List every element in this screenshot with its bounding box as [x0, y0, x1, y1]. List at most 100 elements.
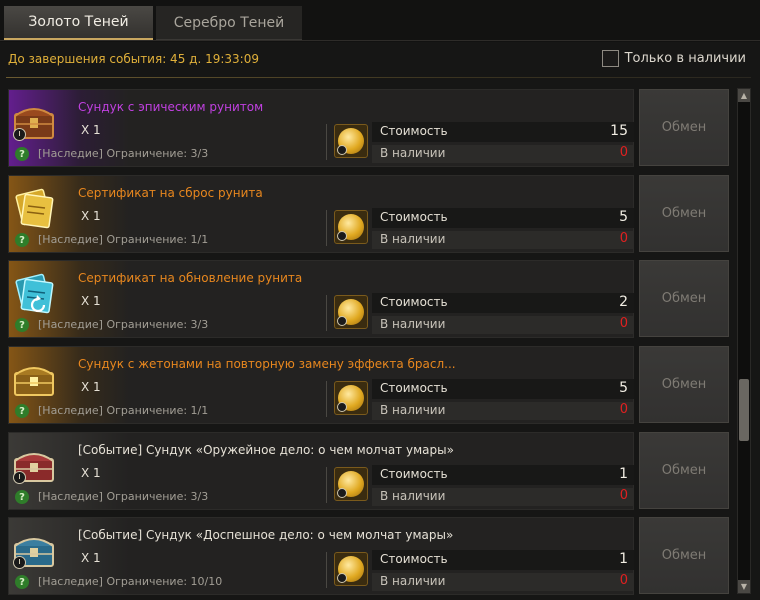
item-name[interactable]: Сертификат на обновление рунита — [78, 271, 302, 285]
scroll-down-icon[interactable]: ▼ — [738, 580, 750, 593]
tab-shadow-silver[interactable]: Серебро Теней — [156, 6, 302, 40]
scroll-thumb[interactable] — [739, 379, 749, 441]
item-limit: [Наследие] Ограничение: 3/3 — [38, 490, 209, 503]
cost-value: 1 — [619, 551, 628, 567]
cost-label: Стоимость — [380, 467, 448, 481]
available-label: В наличии — [380, 317, 446, 331]
cost-label: Стоимость — [380, 210, 448, 224]
only-available-checkbox[interactable] — [601, 50, 619, 67]
available-label: В наличии — [380, 574, 446, 588]
item-quantity: X 1 — [81, 123, 101, 137]
scroll-up-icon[interactable]: ▲ — [738, 89, 750, 102]
available-value: 0 — [619, 231, 628, 246]
item-quantity: X 1 — [81, 551, 101, 565]
item-name[interactable]: Сундук с эпическим рунитом — [78, 100, 263, 114]
list-item: Сундук с эпическим рунитом X 1 ? [Наслед… — [8, 89, 736, 167]
certificate-icon — [11, 269, 59, 317]
available-value: 0 — [619, 145, 628, 160]
cost-value: 2 — [619, 294, 628, 310]
available-label: В наличии — [380, 232, 446, 246]
exchange-button[interactable]: Обмен — [639, 175, 729, 252]
item-name[interactable]: Сертификат на сброс рунита — [78, 186, 263, 200]
cost-row: Стоимость 2 — [372, 293, 634, 313]
cost-label: Стоимость — [380, 124, 448, 138]
cost-row: Стоимость 5 — [372, 208, 634, 228]
cost-value: 1 — [619, 466, 628, 482]
only-available-label: Только в наличии — [624, 51, 746, 66]
list-item: Сертификат на сброс рунита X 1 ? [Наслед… — [8, 175, 736, 253]
event-timer: До завершения события: 45 д. 19:33:09 — [8, 52, 259, 66]
cost-value: 15 — [610, 123, 628, 139]
cost-row: Стоимость 1 — [372, 465, 634, 485]
available-value: 0 — [619, 488, 628, 503]
item-card: [Событие] Сундук «Доспешное дело: о чем … — [8, 517, 634, 595]
exchange-button[interactable]: Обмен — [639, 432, 729, 509]
help-icon[interactable]: ? — [15, 318, 29, 332]
chest-icon — [11, 355, 59, 403]
exchange-button[interactable]: Обмен — [639, 517, 729, 594]
help-icon[interactable]: ? — [15, 404, 29, 418]
item-card: Сундук с эпическим рунитом X 1 ? [Наслед… — [8, 89, 634, 167]
item-name[interactable]: [Событие] Сундук «Доспешное дело: о чем … — [78, 528, 453, 542]
shadow-gold-coin-icon — [334, 210, 368, 244]
item-quantity: X 1 — [81, 380, 101, 394]
shadow-gold-coin-icon — [334, 381, 368, 415]
tab-shadow-gold[interactable]: Золото Теней — [4, 6, 153, 40]
list-item: Сертификат на обновление рунита X 1 ? [Н… — [8, 260, 736, 338]
cost-row: Стоимость 5 — [372, 379, 634, 399]
list-item: [Событие] Сундук «Доспешное дело: о чем … — [8, 517, 736, 595]
divider — [326, 295, 327, 331]
item-name[interactable]: [Событие] Сундук «Оружейное дело: о чем … — [78, 443, 454, 457]
item-quantity: X 1 — [81, 209, 101, 223]
item-limit: [Наследие] Ограничение: 1/1 — [38, 404, 209, 417]
clock-icon — [13, 128, 26, 141]
help-icon[interactable]: ? — [15, 233, 29, 247]
item-card: Сертификат на обновление рунита X 1 ? [Н… — [8, 260, 634, 338]
exchange-button[interactable]: Обмен — [639, 346, 729, 423]
cost-row: Стоимость 1 — [372, 550, 634, 570]
help-icon[interactable]: ? — [15, 575, 29, 589]
available-row: В наличии 0 — [372, 231, 634, 249]
header-divider — [6, 77, 751, 78]
divider — [326, 381, 327, 417]
available-label: В наличии — [380, 146, 446, 160]
only-available-toggle[interactable]: Только в наличии — [601, 50, 746, 67]
help-icon[interactable]: ? — [15, 147, 29, 161]
help-icon[interactable]: ? — [15, 490, 29, 504]
list-item: [Событие] Сундук «Оружейное дело: о чем … — [8, 432, 736, 510]
available-value: 0 — [619, 316, 628, 331]
list-item: Сундук с жетонами на повторную замену эф… — [8, 346, 736, 424]
item-list: Сундук с эпическим рунитом X 1 ? [Наслед… — [0, 88, 736, 598]
scrollbar[interactable]: ▲ ▼ — [737, 88, 751, 594]
available-row: В наличии 0 — [372, 573, 634, 591]
item-card: [Событие] Сундук «Оружейное дело: о чем … — [8, 432, 634, 510]
tabs-divider — [0, 40, 760, 41]
cost-value: 5 — [619, 380, 628, 396]
shadow-gold-coin-icon — [334, 124, 368, 158]
cost-label: Стоимость — [380, 381, 448, 395]
exchange-button[interactable]: Обмен — [639, 89, 729, 166]
cost-row: Стоимость 15 — [372, 122, 634, 142]
shadow-gold-coin-icon — [334, 295, 368, 329]
currency-tabs: Золото Теней Серебро Теней — [0, 0, 760, 42]
divider — [326, 210, 327, 246]
exchange-button[interactable]: Обмен — [639, 260, 729, 337]
available-row: В наличии 0 — [372, 145, 634, 163]
available-value: 0 — [619, 402, 628, 417]
item-limit: [Наследие] Ограничение: 3/3 — [38, 147, 209, 160]
clock-icon — [13, 556, 26, 569]
available-row: В наличии 0 — [372, 488, 634, 506]
item-quantity: X 1 — [81, 466, 101, 480]
item-name[interactable]: Сундук с жетонами на повторную замену эф… — [78, 357, 456, 371]
available-label: В наличии — [380, 489, 446, 503]
available-label: В наличии — [380, 403, 446, 417]
item-limit: [Наследие] Ограничение: 3/3 — [38, 318, 209, 331]
available-row: В наличии 0 — [372, 402, 634, 420]
shadow-gold-coin-icon — [334, 552, 368, 586]
item-limit: [Наследие] Ограничение: 10/10 — [38, 575, 223, 588]
available-row: В наличии 0 — [372, 316, 634, 334]
certificate-icon — [11, 184, 59, 232]
divider — [326, 552, 327, 588]
cost-label: Стоимость — [380, 552, 448, 566]
shadow-gold-coin-icon — [334, 467, 368, 501]
